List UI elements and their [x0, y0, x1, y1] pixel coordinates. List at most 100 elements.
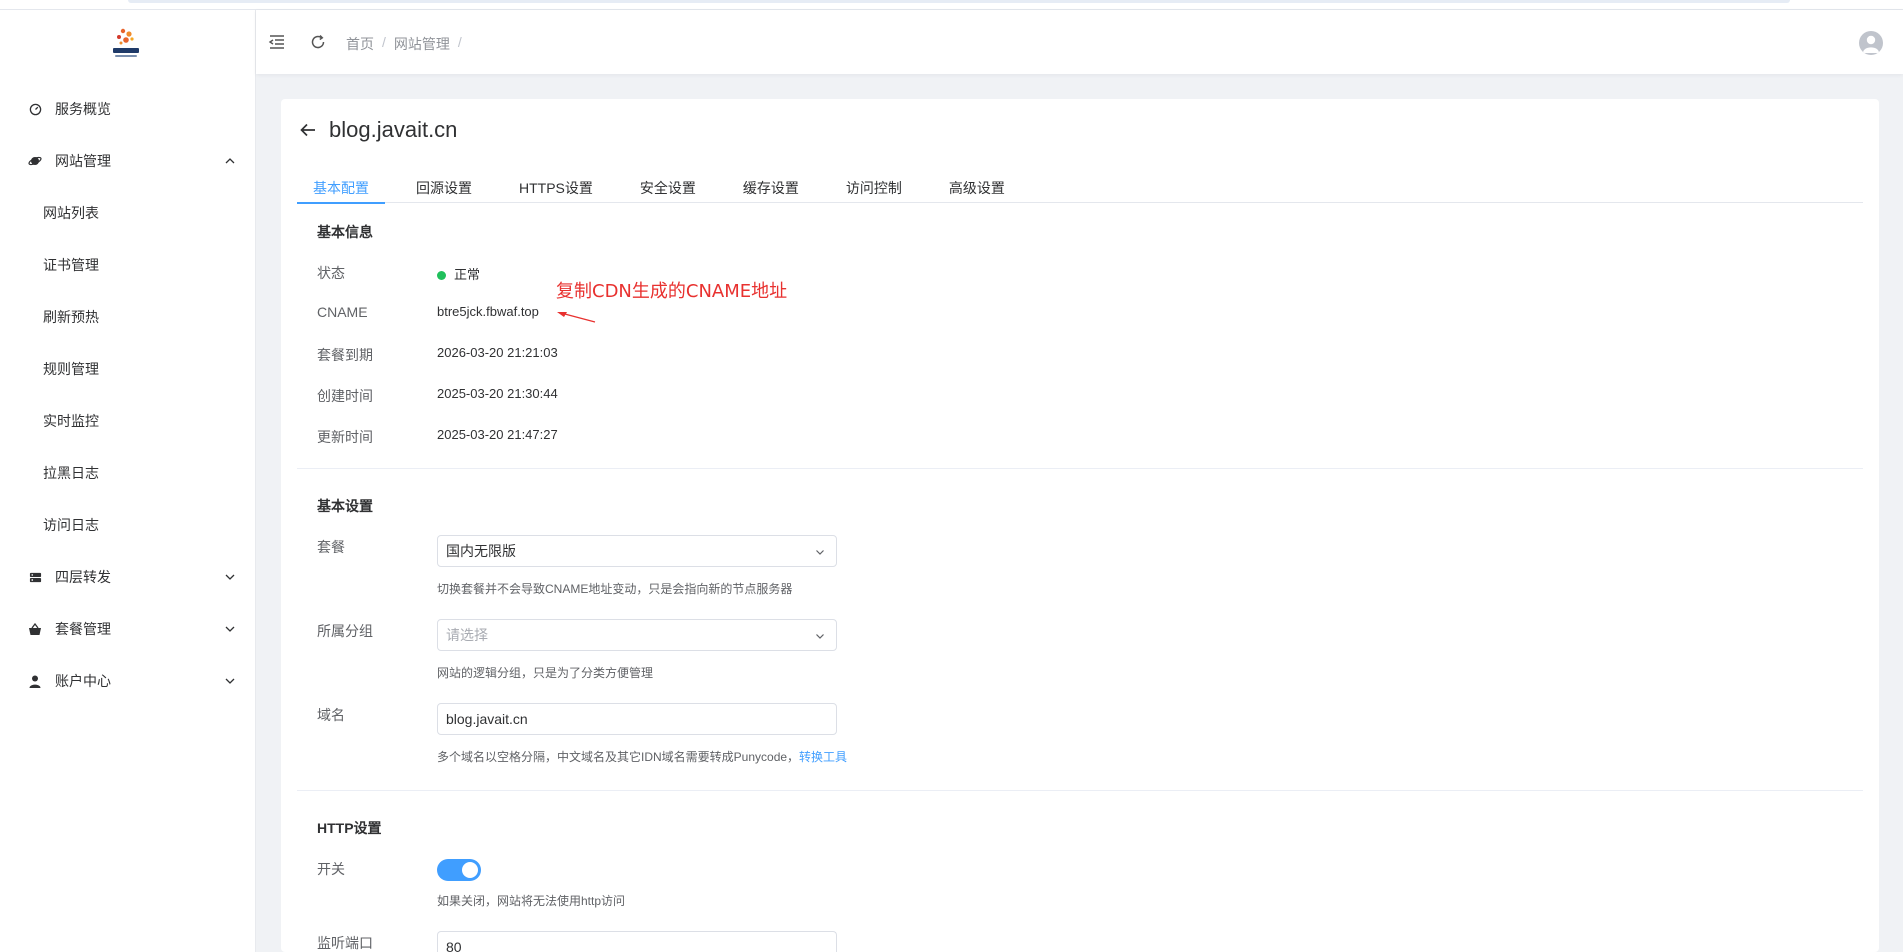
- plan-hint: 切换套餐并不会导致CNAME地址变动，只是会指向新的节点服务器: [437, 582, 793, 596]
- address-bar-edge: [128, 0, 1790, 3]
- sidebar-item-refresh-preload[interactable]: 刷新预热: [0, 291, 256, 343]
- group-hint: 网站的逻辑分组，只是为了分类方便管理: [437, 666, 654, 680]
- tab-origin-settings[interactable]: 回源设置: [400, 172, 488, 203]
- listen-port-label: 监听端口: [317, 935, 373, 951]
- updated-time-value: 2025-03-20 21:47:27: [437, 427, 558, 442]
- plan-expire-value: 2026-03-20 21:21:03: [437, 345, 558, 360]
- chevron-down-icon: [816, 634, 824, 639]
- sidebar-item-plan-management[interactable]: 套餐管理: [0, 603, 256, 655]
- sidebar-item-block-log[interactable]: 拉黑日志: [0, 447, 256, 499]
- group-select[interactable]: 请选择: [437, 619, 837, 651]
- sidebar-item-layer4-forward[interactable]: 四层转发: [0, 551, 256, 603]
- created-time-label: 创建时间: [317, 388, 373, 404]
- sidebar-item-overview[interactable]: 服务概览: [0, 83, 256, 135]
- breadcrumb-home[interactable]: 首页: [346, 34, 374, 54]
- chevron-up-icon: [225, 158, 235, 164]
- annotation-arrow: [557, 312, 596, 323]
- sidebar-item-website-list[interactable]: 网站列表: [0, 187, 256, 239]
- status-value: 正常: [437, 264, 480, 283]
- sidebar-item-account-center[interactable]: 账户中心: [0, 655, 256, 707]
- sidebar-item-rules[interactable]: 规则管理: [0, 343, 256, 395]
- dashboard-icon: [28, 102, 42, 116]
- sidebar-item-label: 账户中心: [55, 673, 111, 689]
- domain-input-value: blog.javait.cn: [446, 711, 528, 727]
- chevron-down-icon: [225, 626, 235, 632]
- chevron-down-icon: [816, 550, 824, 555]
- top-header: 首页 / 网站管理 /: [256, 10, 1903, 74]
- section-divider: [297, 790, 1863, 791]
- back-arrow-icon[interactable]: [299, 121, 317, 139]
- http-settings-section-title: HTTP设置: [317, 820, 382, 836]
- tab-https-settings[interactable]: HTTPS设置: [503, 172, 609, 203]
- created-time-value: 2025-03-20 21:30:44: [437, 386, 558, 401]
- sidebar-item-label: 刷新预热: [43, 309, 99, 325]
- chevron-down-icon: [225, 574, 235, 580]
- plan-expire-label: 套餐到期: [317, 347, 373, 363]
- sidebar-item-label: 实时监控: [43, 413, 99, 429]
- basic-settings-section-title: 基本设置: [317, 498, 373, 514]
- sidebar-item-label: 拉黑日志: [43, 465, 99, 481]
- tab-basic-config[interactable]: 基本配置: [297, 172, 385, 204]
- tab-security-settings[interactable]: 安全设置: [624, 172, 712, 203]
- sidebar-item-certificates[interactable]: 证书管理: [0, 239, 256, 291]
- sidebar-menu: 服务概览 网站管理 网站列表 证书管理 刷新预热 规则管理 实时监控 拉黑日志 …: [0, 83, 256, 707]
- domain-hint-text: 多个域名以空格分隔，中文域名及其它IDN域名需要转成Punycode，: [437, 750, 800, 764]
- http-switch-hint: 如果关闭，网站将无法使用http访问: [437, 894, 626, 908]
- listen-port-value: 80: [446, 939, 462, 952]
- sidebar-item-website-management[interactable]: 网站管理: [0, 135, 256, 187]
- status-badge: 正常: [454, 267, 481, 282]
- breadcrumb: 首页 / 网站管理 /: [346, 34, 462, 54]
- avatar-user-icon: [1863, 35, 1879, 53]
- collapse-menu-icon[interactable]: [268, 33, 286, 51]
- sidebar-item-label: 规则管理: [43, 361, 99, 377]
- sidebar-item-realtime-monitor[interactable]: 实时监控: [0, 395, 256, 447]
- domain-label: 域名: [317, 707, 345, 723]
- cname-value: btre5jck.fbwaf.top: [437, 304, 539, 319]
- sidebar-item-label: 四层转发: [55, 569, 111, 585]
- sidebar-item-label: 服务概览: [55, 101, 111, 117]
- section-divider: [297, 468, 1863, 469]
- company-logo: [113, 28, 139, 57]
- tab-bar: 基本配置 回源设置 HTTPS设置 安全设置 缓存设置 访问控制 高级设置: [297, 172, 1863, 204]
- sidebar: 服务概览 网站管理 网站列表 证书管理 刷新预热 规则管理 实时监控 拉黑日志 …: [0, 10, 256, 952]
- domain-input[interactable]: blog.javait.cn: [437, 703, 837, 735]
- group-label: 所属分组: [317, 623, 373, 639]
- group-select-placeholder: 请选择: [446, 627, 488, 643]
- sidebar-item-label: 网站列表: [43, 205, 99, 221]
- updated-time-label: 更新时间: [317, 429, 373, 445]
- sidebar-item-label: 访问日志: [43, 517, 99, 533]
- tab-cache-settings[interactable]: 缓存设置: [727, 172, 815, 203]
- convert-tool-link[interactable]: 转换工具: [799, 750, 847, 764]
- basket-icon: [28, 622, 42, 636]
- http-switch-toggle[interactable]: [437, 859, 481, 881]
- plan-select[interactable]: 国内无限版: [437, 535, 837, 567]
- tab-access-control[interactable]: 访问控制: [830, 172, 918, 203]
- plan-label: 套餐: [317, 539, 345, 555]
- tab-advanced-settings[interactable]: 高级设置: [933, 172, 1021, 203]
- cname-label: CNAME: [317, 304, 368, 320]
- sidebar-item-label: 套餐管理: [55, 621, 111, 637]
- status-dot-icon: [437, 271, 446, 281]
- listen-port-input[interactable]: 80: [437, 931, 837, 952]
- sidebar-item-label: 证书管理: [43, 257, 99, 273]
- status-label: 状态: [317, 265, 345, 281]
- chevron-down-icon: [225, 678, 235, 684]
- avatar[interactable]: [1859, 31, 1883, 55]
- user-icon: [28, 674, 42, 688]
- browser-top-strip: [0, 0, 1903, 10]
- sidebar-item-access-log[interactable]: 访问日志: [0, 499, 256, 551]
- refresh-icon[interactable]: [309, 33, 327, 51]
- breadcrumb-website-management[interactable]: 网站管理: [394, 34, 450, 54]
- page-title-row: blog.javait.cn: [299, 117, 457, 143]
- plan-select-value: 国内无限版: [446, 543, 516, 559]
- sidebar-item-label: 网站管理: [55, 153, 111, 169]
- server-icon: [28, 570, 42, 584]
- switch-knob: [462, 862, 478, 878]
- annotation-text: 复制CDN生成的CNAME地址: [556, 281, 788, 302]
- http-switch-label: 开关: [317, 861, 345, 877]
- page-title: blog.javait.cn: [329, 117, 458, 142]
- basic-info-section-title: 基本信息: [317, 224, 373, 240]
- globe-icon: [28, 154, 42, 168]
- domain-hint: 多个域名以空格分隔，中文域名及其它IDN域名需要转成Punycode，转换工具: [437, 748, 847, 765]
- main-card: blog.javait.cn 基本配置 回源设置 HTTPS设置 安全设置 缓存…: [281, 99, 1879, 952]
